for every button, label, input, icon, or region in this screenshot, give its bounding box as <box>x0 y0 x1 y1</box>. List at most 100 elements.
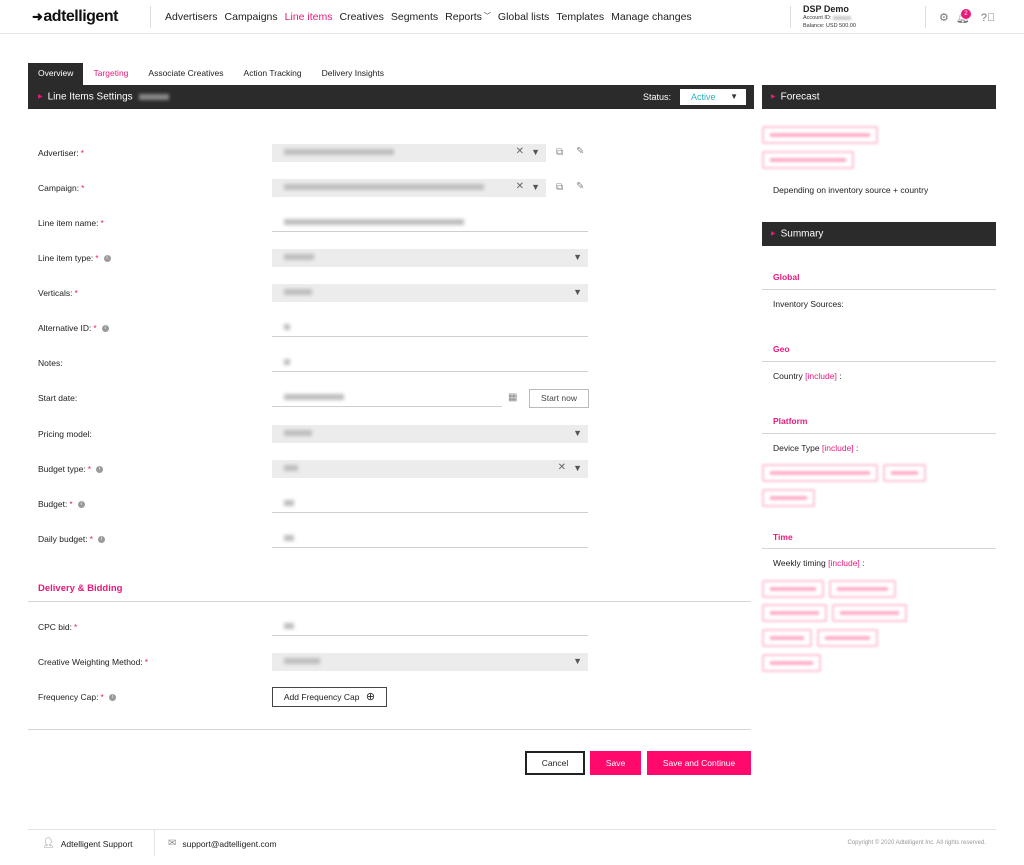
time-chip <box>832 604 907 622</box>
user-icon: 👤︎ <box>42 838 55 849</box>
notes-input[interactable] <box>272 354 588 372</box>
verticals-value <box>284 289 312 295</box>
info-icon: i <box>103 255 111 263</box>
line-items-settings-bar: ▶ Line Items Settings Status: Active ▼ <box>28 85 754 109</box>
save-continue-button[interactable]: Save and Continue <box>647 751 751 775</box>
clear-icon[interactable]: ✕ <box>516 181 524 192</box>
clear-icon[interactable]: ✕ <box>516 146 524 157</box>
creative-weighting-select[interactable]: ▼ <box>272 653 588 671</box>
email-link[interactable]: ✉ support@adtelligent.com <box>168 838 277 849</box>
account-balance: Balance: USD 500.00 <box>803 23 856 29</box>
header-divider <box>150 6 151 28</box>
nav-item-creatives[interactable]: Creatives <box>340 11 384 23</box>
edit-icon[interactable]: ✎ <box>576 146 584 157</box>
daily-budget-input[interactable] <box>272 530 588 548</box>
account-switcher[interactable]: DSP Demo Account ID: Balance: USD 500.00 <box>803 4 856 30</box>
chevron-down-icon: ﹀ <box>483 13 491 20</box>
summary-time-heading: Time <box>773 532 793 542</box>
caret-down-icon: ▼ <box>573 656 582 666</box>
support-link[interactable]: 👤︎ Adtelligent Support <box>42 838 133 849</box>
caret-down-icon: ▼ <box>573 428 582 438</box>
logo[interactable]: ➜ adtelligent <box>32 8 118 26</box>
tab-targeting[interactable]: Targeting <box>83 63 138 85</box>
copy-icon[interactable]: ⧉ <box>556 147 563 158</box>
cpc-bid-value <box>284 623 294 629</box>
device-chip <box>762 489 815 507</box>
time-chip <box>762 654 821 672</box>
copy-icon[interactable]: ⧉ <box>556 182 563 193</box>
budget-type-label: Budget type: * i <box>38 464 104 474</box>
save-button[interactable]: Save <box>590 751 641 775</box>
daily-budget-value <box>284 535 294 541</box>
divider <box>28 601 751 602</box>
nav-item-campaigns[interactable]: Campaigns <box>225 11 278 23</box>
line-item-type-select[interactable]: ▼ <box>272 249 588 267</box>
advertiser-select[interactable]: ✕ ▼ <box>272 144 546 162</box>
time-chip <box>829 580 896 598</box>
cpc-bid-input[interactable] <box>272 618 588 636</box>
add-frequency-cap-button[interactable]: Add Frequency Cap ⊕ <box>272 687 387 707</box>
forecast-chip <box>762 151 854 169</box>
campaign-label: Campaign: * <box>38 183 85 193</box>
forecast-bar: ▶ Forecast <box>762 85 996 109</box>
verticals-select[interactable]: ▼ <box>272 284 588 302</box>
nav-item-advertisers[interactable]: Advertisers <box>165 11 218 23</box>
budget-type-value <box>284 465 298 471</box>
cpc-bid-label: CPC bid: * <box>38 622 78 632</box>
alternative-id-input[interactable] <box>272 319 588 337</box>
line-item-name-label: Line item name: * <box>38 218 104 228</box>
divider <box>762 548 996 549</box>
caret-down-icon: ▼ <box>531 182 540 192</box>
bell-icon[interactable]: 🔔︎2 <box>956 9 971 24</box>
clear-icon[interactable]: ✕ <box>558 462 566 473</box>
caret-down-icon: ▼ <box>730 92 738 101</box>
country-include-link[interactable]: [include] <box>805 371 837 381</box>
divider <box>762 361 996 362</box>
time-chip <box>762 629 812 647</box>
settings-title: Line Items Settings <box>47 91 133 103</box>
envelope-icon: ✉ <box>168 838 177 849</box>
nav-item-global-lists[interactable]: Global lists <box>498 11 549 23</box>
alternative-id-value <box>284 324 290 330</box>
top-bar: ➜ adtelligent Advertisers Campaigns Line i… <box>0 0 1024 34</box>
weekly-timing-include-link[interactable]: [include] <box>828 558 860 568</box>
tab-action-tracking[interactable]: Action Tracking <box>234 63 312 85</box>
campaign-select[interactable]: ✕ ▼ <box>272 179 546 197</box>
time-chip <box>762 604 827 622</box>
pricing-model-select[interactable]: ▼ <box>272 425 588 443</box>
email-label: support@adtelligent.com <box>182 838 277 849</box>
start-date-input[interactable] <box>272 389 502 407</box>
summary-title: Summary <box>780 228 824 240</box>
budget-type-select[interactable]: ✕ ▼ <box>272 460 588 478</box>
summary-global-heading: Global <box>773 272 800 282</box>
alternative-id-label: Alternative ID: * i <box>38 323 109 333</box>
tab-bar: Overview Targeting Associate Creatives Acti… <box>28 63 394 85</box>
edit-icon[interactable]: ✎ <box>576 181 584 192</box>
budget-input[interactable] <box>272 495 588 513</box>
nav-item-segments[interactable]: Segments <box>391 11 438 23</box>
start-now-button[interactable]: Start now <box>529 389 589 408</box>
summary-bar: ▶ Summary <box>762 222 996 246</box>
line-item-name-input[interactable] <box>272 214 588 232</box>
nav-item-manage-changes[interactable]: Manage changes <box>611 11 692 23</box>
calendar-icon[interactable]: ▦ <box>508 392 517 403</box>
notes-value <box>284 359 290 365</box>
status-select[interactable]: Active ▼ <box>680 89 746 105</box>
nav-item-templates[interactable]: Templates <box>556 11 604 23</box>
caret-down-icon: ▼ <box>573 287 582 297</box>
help-icon[interactable]: ?⃝ <box>981 12 995 24</box>
budget-value <box>284 500 294 506</box>
daily-budget-label: Daily budget: * i <box>38 534 105 544</box>
tab-associate-creatives[interactable]: Associate Creatives <box>138 63 233 85</box>
info-icon: i <box>108 694 116 702</box>
nav-item-line-items[interactable]: Line items <box>285 11 333 23</box>
header-divider <box>790 6 791 28</box>
advertiser-value <box>284 149 394 155</box>
tab-delivery-insights[interactable]: Delivery Insights <box>312 63 394 85</box>
tab-overview[interactable]: Overview <box>28 63 84 85</box>
forecast-note: Depending on inventory source + country <box>773 185 929 195</box>
cancel-button[interactable]: Cancel <box>525 751 585 775</box>
gear-icon[interactable]: ⚙ <box>939 11 949 24</box>
device-type-include-link[interactable]: [include] <box>822 443 854 453</box>
nav-item-reports[interactable]: Reports <box>445 11 482 23</box>
